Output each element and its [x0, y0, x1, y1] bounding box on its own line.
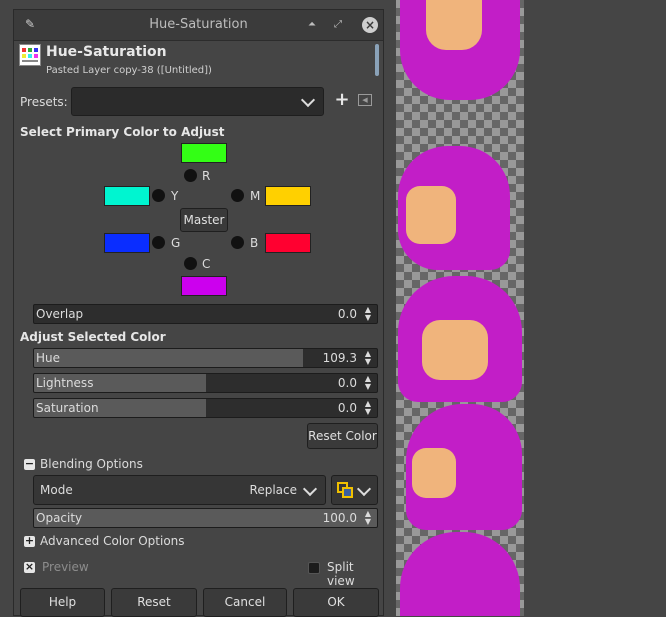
window-title: Hue-Saturation — [149, 17, 248, 32]
radio-magenta[interactable] — [231, 189, 244, 202]
sprite-face — [406, 186, 456, 244]
lightness-value: 0.0 — [337, 376, 357, 390]
radio-red-label: R — [202, 169, 211, 183]
swatch-yellow — [104, 186, 150, 206]
cancel-button[interactable]: Cancel — [203, 588, 287, 617]
master-button[interactable]: Master — [180, 208, 228, 232]
dialog-name: Hue-Saturation — [46, 44, 167, 60]
title-bar[interactable]: ✎ Hue-Saturation ⏶ ⤢ × — [14, 10, 383, 41]
reset-button[interactable]: Reset — [111, 588, 197, 617]
radio-red[interactable] — [184, 169, 197, 182]
spin-arrows-icon[interactable]: ▲ ▼ — [363, 306, 373, 322]
spin-arrows-icon[interactable]: ▲ ▼ — [363, 400, 373, 416]
presets-combo[interactable] — [71, 87, 324, 116]
overlap-value: 0.0 — [337, 307, 357, 321]
chevron-down-icon — [356, 481, 372, 497]
radio-yellow-label: Y — [171, 189, 179, 203]
saturation-spinscale[interactable]: Saturation 0.0 ▲ ▼ — [33, 398, 378, 418]
shade-window-icon[interactable]: ⏶ — [304, 17, 320, 33]
composite-mode-icon — [337, 482, 353, 498]
saturation-label: Saturation — [36, 401, 99, 415]
swatch-magenta — [265, 186, 311, 206]
help-button[interactable]: Help — [20, 588, 105, 617]
hue-saturation-icon — [19, 44, 41, 66]
radio-magenta-label: M — [250, 189, 261, 203]
split-view-label: Split view — [327, 560, 355, 588]
layer-subtitle: Pasted Layer copy-38 ([Untitled]) — [46, 65, 212, 76]
close-icon[interactable]: × — [362, 17, 378, 33]
opacity-value: 100.0 — [322, 511, 357, 525]
opacity-label: Opacity — [36, 511, 83, 525]
hue-saturation-dialog: ✎ Hue-Saturation ⏶ ⤢ × Hue-Saturation Pa… — [13, 9, 384, 617]
sprite-head — [400, 532, 520, 616]
ok-button[interactable]: OK — [293, 588, 379, 617]
preview-checkbox[interactable]: × — [24, 561, 35, 573]
radio-blue-label: B — [250, 236, 259, 250]
composite-mode-combo[interactable] — [331, 475, 378, 505]
radio-green-label: G — [171, 236, 181, 250]
swatch-red — [181, 143, 227, 163]
maximize-icon[interactable]: ⤢ — [330, 17, 346, 33]
saturation-value: 0.0 — [337, 401, 357, 415]
adjust-heading: Adjust Selected Color — [20, 330, 166, 344]
swatch-blue — [265, 233, 311, 253]
blending-options-label[interactable]: Blending Options — [40, 457, 143, 471]
add-preset-icon[interactable]: + — [334, 91, 350, 109]
radio-cyan-label: C — [202, 257, 211, 271]
radio-yellow[interactable] — [152, 189, 165, 202]
overlap-label: Overlap — [36, 307, 84, 321]
sprite-face — [412, 448, 456, 498]
spin-arrows-icon[interactable]: ▲ ▼ — [363, 350, 373, 366]
hue-label: Hue — [36, 351, 61, 365]
opacity-spinscale[interactable]: Opacity 100.0 ▲ ▼ — [33, 508, 378, 528]
mode-value: Replace — [249, 483, 297, 497]
mode-label: Mode — [40, 483, 73, 497]
collapse-icon[interactable]: − — [24, 458, 35, 470]
header-scrollbar[interactable] — [375, 44, 379, 76]
hue-fill — [34, 349, 303, 367]
overlap-spinscale[interactable]: Overlap 0.0 ▲ ▼ — [33, 304, 378, 324]
sprite-face — [422, 320, 488, 380]
swatch-cyan — [181, 276, 227, 296]
lightness-label: Lightness — [36, 376, 94, 390]
lightness-spinscale[interactable]: Lightness 0.0 ▲ ▼ — [33, 373, 378, 393]
preset-menu-icon[interactable]: ◀ — [358, 94, 372, 106]
primary-color-heading: Select Primary Color to Adjust — [20, 125, 225, 139]
swatch-green — [104, 233, 150, 253]
reset-color-button[interactable]: Reset Color — [307, 423, 378, 449]
sprite-face — [426, 0, 482, 50]
radio-green[interactable] — [152, 236, 165, 249]
radio-cyan[interactable] — [184, 257, 197, 270]
chevron-down-icon — [302, 481, 318, 497]
preview-label: Preview — [42, 560, 89, 574]
presets-label: Presets: — [20, 95, 68, 109]
radio-blue[interactable] — [231, 236, 244, 249]
mode-combo[interactable]: Mode Replace — [33, 475, 326, 505]
spin-arrows-icon[interactable]: ▲ ▼ — [363, 510, 373, 526]
split-view-checkbox[interactable] — [308, 562, 320, 574]
hue-value: 109.3 — [322, 351, 357, 365]
advanced-color-options-label[interactable]: Advanced Color Options — [40, 534, 185, 548]
hue-spinscale[interactable]: Hue 109.3 ▲ ▼ — [33, 348, 378, 368]
image-canvas[interactable] — [396, 0, 524, 616]
expand-icon[interactable]: + — [24, 535, 35, 547]
chevron-down-icon — [300, 92, 316, 108]
dialog-header: Hue-Saturation Pasted Layer copy-38 ([Un… — [14, 41, 383, 81]
spin-arrows-icon[interactable]: ▲ ▼ — [363, 375, 373, 391]
